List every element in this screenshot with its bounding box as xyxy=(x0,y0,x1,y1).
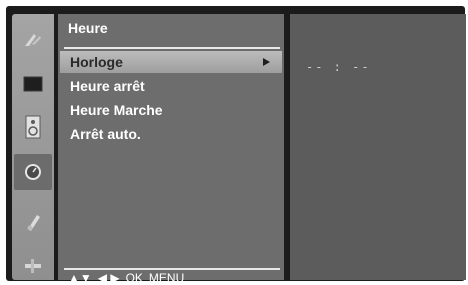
footer-divider xyxy=(64,268,280,270)
time-menu-panel: Heure Horloge Heure arrêt Heure Marche A… xyxy=(58,14,284,285)
screen-icon[interactable] xyxy=(14,66,52,102)
menu-item-label: Horloge xyxy=(70,54,123,70)
menu-item-heure-marche[interactable]: Heure Marche xyxy=(60,99,282,121)
category-icon-column xyxy=(12,14,54,280)
osd-window: Heure Horloge Heure arrêt Heure Marche A… xyxy=(6,6,466,285)
menu-item-arret-auto[interactable]: Arrêt auto. xyxy=(60,123,282,145)
audio-speaker-icon[interactable] xyxy=(14,109,52,145)
menu-item-label: Heure arrêt xyxy=(70,78,145,94)
menu-item-label: Heure Marche xyxy=(70,102,163,118)
clock-time-icon[interactable] xyxy=(14,154,52,190)
submenu-arrow-icon xyxy=(263,58,270,66)
menu-item-label: Arrêt auto. xyxy=(70,126,141,142)
clock-value[interactable]: -- : -- xyxy=(306,60,371,74)
picture-icon[interactable] xyxy=(14,22,52,58)
menu-item-heure-arret[interactable]: Heure arrêt xyxy=(60,75,282,97)
menu-title: Heure xyxy=(68,20,108,36)
setup-icon[interactable] xyxy=(14,248,52,284)
menu-item-horloge[interactable]: Horloge xyxy=(60,51,282,73)
title-divider xyxy=(64,47,280,49)
option-icon[interactable] xyxy=(14,204,52,240)
ok-hint: OK xyxy=(125,271,143,285)
up-down-arrows-icon: ▲▼ xyxy=(68,271,92,285)
menu-hint: MENU xyxy=(148,271,185,285)
left-right-arrows-icon: ◀ ▶ xyxy=(97,271,120,285)
navigation-hint: ▲▼ ◀ ▶ OK MENU xyxy=(68,271,184,285)
clock-detail-panel: -- : -- xyxy=(290,14,466,280)
